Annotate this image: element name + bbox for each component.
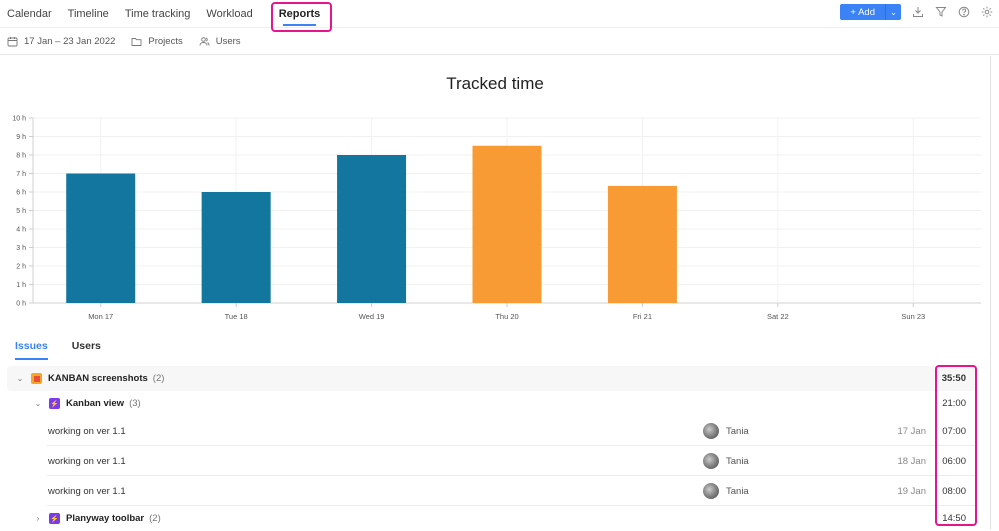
entry-description: working on ver 1.1 (48, 425, 126, 437)
y-tick-label: 10 h (12, 116, 26, 123)
project-count: (2) (152, 373, 165, 384)
chevron-down-icon[interactable]: ⌄ (15, 374, 25, 383)
add-dropdown-button[interactable]: ⌄ (885, 4, 901, 20)
top-nav: Calendar Timeline Time tracking Workload… (0, 0, 999, 28)
report-table: ⌄ KANBAN screenshots (2) 35:50 ⌄ ⚡ Kanba… (7, 366, 976, 531)
filter-icon[interactable] (934, 6, 947, 19)
x-tick-label: Sun 23 (901, 312, 925, 321)
tracked-time-chart: 0 h 1 h 2 h 3 h 4 h 5 h 6 h 7 h 8 h 9 h 10 h Mon 17… (12, 116, 981, 321)
folder-icon (131, 37, 142, 46)
x-tick-label: Thu 20 (495, 312, 518, 321)
date-range-filter[interactable]: 17 Jan – 23 Jan 2022 (7, 36, 115, 47)
tab-workload[interactable]: Workload (198, 0, 260, 28)
entry-date: 17 Jan (897, 425, 926, 437)
tab-calendar[interactable]: Calendar (0, 0, 60, 28)
y-tick-label: 7 h (16, 171, 26, 178)
time-entry-row[interactable]: working on ver 1.1 Tania 19 Jan 08:00 (7, 476, 976, 506)
y-tick-label: 6 h (16, 190, 26, 197)
tab-users[interactable]: Users (72, 340, 101, 360)
chevron-down-icon[interactable]: ⌄ (33, 399, 43, 408)
date-range-label: 17 Jan – 23 Jan 2022 (24, 35, 116, 47)
users-label: Users (215, 35, 241, 47)
y-tick-label: 9 h (16, 134, 26, 141)
y-tick-label: 2 h (16, 264, 26, 271)
issue-row[interactable]: › ⚡ Planyway toolbar (2) 14:50 (7, 506, 976, 531)
tab-time-tracking[interactable]: Time tracking (117, 0, 199, 28)
entry-time: 07:00 (942, 425, 966, 437)
chart-title: Tracked time (446, 74, 544, 93)
users-filter[interactable]: Users (199, 36, 241, 47)
entry-time: 06:00 (942, 455, 966, 467)
y-tick-label: 0 h (16, 301, 26, 308)
tab-reports[interactable]: Reports (271, 0, 329, 28)
project-icon (31, 373, 42, 384)
project-total: 35:50 (941, 373, 966, 384)
scrollbar-track[interactable] (990, 56, 999, 529)
download-icon[interactable] (911, 6, 924, 19)
tab-issues[interactable]: Issues (15, 340, 48, 360)
issue-type-icon: ⚡ (49, 398, 60, 409)
help-icon[interactable] (957, 6, 970, 19)
x-tick-label: Mon 17 (88, 312, 113, 321)
projects-filter[interactable]: Projects (131, 35, 183, 47)
projects-label: Projects (148, 35, 183, 47)
user-name: Tania (726, 455, 749, 467)
bar-tue-18 (201, 192, 271, 303)
issue-count: (3) (129, 398, 141, 409)
entry-date: 18 Jan (897, 455, 926, 467)
toolbar: + Add ⌄ (840, 4, 993, 20)
users-icon (199, 36, 210, 46)
issue-name: Kanban view (66, 398, 125, 409)
time-entry-row[interactable]: working on ver 1.1 Tania 18 Jan 06:00 (7, 446, 976, 476)
issue-count: (2) (149, 513, 161, 524)
entry-time: 08:00 (942, 485, 966, 497)
y-tick-label: 8 h (16, 153, 26, 160)
settings-icon[interactable] (980, 6, 993, 19)
project-name: KANBAN screenshots (48, 373, 148, 384)
y-tick-label: 5 h (16, 208, 26, 215)
entry-user: Tania (703, 423, 749, 439)
bar-fri-21 (607, 185, 677, 303)
add-button-group: + Add ⌄ (840, 4, 901, 20)
project-row[interactable]: ⌄ KANBAN screenshots (2) 35:50 (7, 366, 976, 391)
avatar (703, 423, 719, 439)
issue-total: 14:50 (942, 513, 966, 524)
entry-date: 19 Jan (897, 485, 926, 497)
issue-row[interactable]: ⌄ ⚡ Kanban view (3) 21:00 (7, 391, 976, 416)
entry-user: Tania (703, 483, 749, 499)
time-entry-row[interactable]: working on ver 1.1 Tania 17 Jan 07:00 (7, 416, 976, 446)
report-tabs: Issues Users (15, 340, 101, 360)
user-name: Tania (726, 485, 749, 497)
y-tick-label: 4 h (16, 227, 26, 234)
tab-timeline[interactable]: Timeline (60, 0, 117, 28)
chevron-down-icon: ⌄ (890, 7, 897, 17)
avatar (703, 483, 719, 499)
issue-name: Planyway toolbar (66, 513, 145, 524)
x-tick-label: Wed 19 (359, 312, 385, 321)
avatar (703, 453, 719, 469)
chevron-right-icon[interactable]: › (33, 514, 43, 523)
issue-type-icon: ⚡ (49, 513, 60, 524)
filter-bar: 17 Jan – 23 Jan 2022 Projects Users (0, 28, 999, 55)
x-tick-label: Tue 18 (225, 312, 248, 321)
add-button[interactable]: + Add (840, 4, 885, 20)
user-name: Tania (726, 425, 749, 437)
x-tick-label: Fri 21 (633, 312, 652, 321)
entry-description: working on ver 1.1 (48, 455, 126, 467)
entry-user: Tania (703, 453, 749, 469)
x-tick-label: Sat 22 (767, 312, 789, 321)
calendar-icon (7, 36, 18, 46)
bar-mon-17 (66, 173, 136, 303)
bar-thu-20 (472, 145, 542, 303)
entry-description: working on ver 1.1 (48, 485, 126, 497)
y-tick-label: 3 h (16, 245, 26, 252)
bar-wed-19 (337, 155, 407, 303)
y-tick-label: 1 h (16, 282, 26, 289)
issue-total: 21:00 (942, 398, 966, 409)
